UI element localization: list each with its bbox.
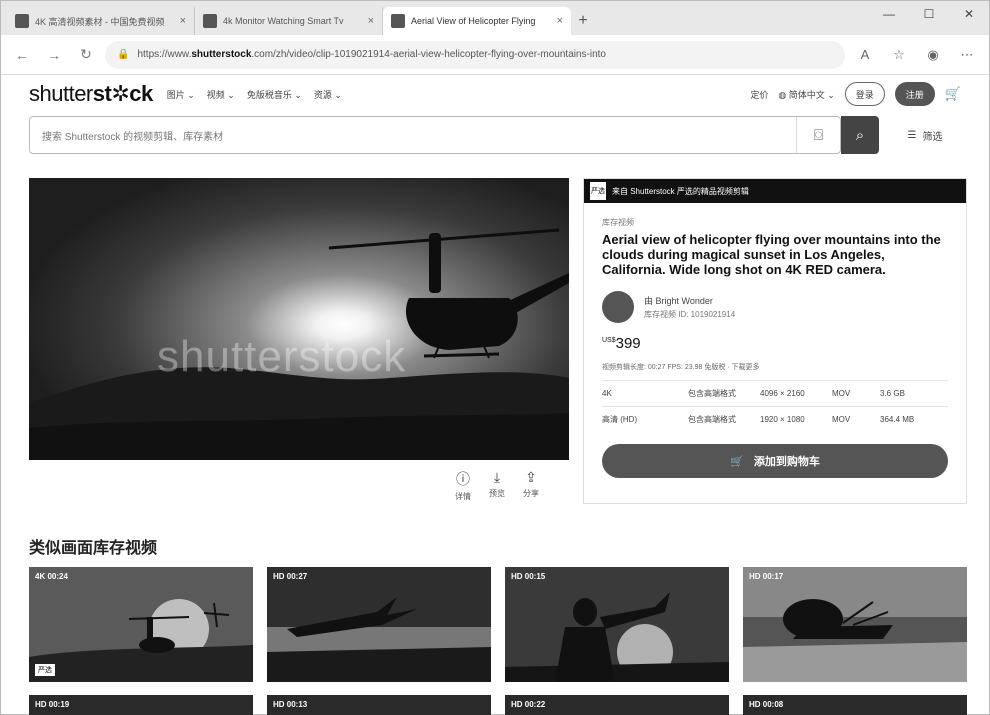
clip-category: 库存视频	[602, 218, 634, 227]
forward-icon[interactable]: →	[41, 42, 67, 68]
add-to-cart-button[interactable]: 🛒 添加到购物车	[602, 444, 948, 478]
clip-title: Aerial view of helicopter flying over mo…	[602, 232, 941, 277]
camera-search-icon[interactable]: ⌼	[796, 117, 840, 153]
close-icon[interactable]: ×	[180, 15, 186, 27]
address-bar[interactable]: 🔒 https://www.shutterstock.com/zh/video/…	[105, 40, 845, 69]
url-text: https://www.shutterstock.com/zh/video/cl…	[137, 49, 606, 60]
refresh-icon[interactable]: ↻	[73, 42, 99, 68]
tab-title: Aerial View of Helicopter Flying	[411, 16, 536, 26]
close-icon[interactable]: ×	[368, 15, 374, 27]
lock-icon: 🔒	[117, 49, 130, 60]
tab-favicon-icon	[391, 14, 405, 28]
profile-icon[interactable]: ◉	[919, 42, 947, 68]
main-menu: 图片 ⌄ 视频 ⌄ 免版税音乐 ⌄ 资源 ⌄	[167, 88, 342, 101]
similar-clip-thumbnail[interactable]: HD 00:15	[505, 567, 729, 682]
similar-clip-thumbnail[interactable]: HD 00:27	[267, 567, 491, 682]
similar-grid: 4K 00:24 严选 HD 00:27 HD 00:15 HD 00:17	[29, 567, 967, 682]
watermark: shutterstock	[157, 332, 407, 381]
similar-clip-thumbnail[interactable]: HD 00:19	[29, 695, 253, 715]
clip-duration: HD 00:15	[511, 572, 546, 581]
details-action[interactable]: ⓘ 详情	[455, 469, 471, 502]
tab-favicon-icon	[15, 14, 29, 28]
clip-duration: HD 00:19	[35, 700, 70, 709]
premium-badge: 严选	[590, 182, 606, 200]
browser-window: 4K 高清视频素材 - 中国免费视频 × 4k Monitor Watching…	[0, 0, 990, 715]
translate-icon[interactable]: A	[851, 42, 879, 68]
minimize-icon[interactable]: —	[869, 1, 909, 27]
menu-item-music[interactable]: 免版税音乐 ⌄	[247, 88, 302, 101]
clip-duration: HD 00:22	[511, 700, 546, 709]
info-icon: ⓘ	[456, 471, 470, 487]
premium-banner: 严选 来自 Shutterstock 严选的精品视频剪辑	[584, 179, 966, 203]
tab-title: 4k Monitor Watching Smart Tv	[223, 16, 344, 26]
filter-icon: ☰	[907, 129, 917, 141]
download-icon: ⤓	[493, 469, 501, 485]
clip-duration: HD 00:27	[273, 572, 308, 581]
window-controls: — ☐ ✕	[869, 1, 989, 27]
author-name[interactable]: 由 Bright Wonder	[644, 294, 735, 307]
clip-duration: 4K 00:24	[35, 572, 68, 581]
clip-id: 库存视频 ID: 1019021914	[644, 310, 736, 319]
cart-icon[interactable]: 🛒	[945, 86, 961, 102]
search-button[interactable]: ⌕	[841, 116, 879, 154]
preview-action[interactable]: ⤓ 预览	[489, 469, 505, 502]
search-icon: ⌕	[855, 126, 865, 144]
similar-section-title: 类似画面库存视频	[29, 540, 158, 557]
clip-duration: HD 00:13	[273, 700, 308, 709]
format-row[interactable]: 高清 (HD) 包含高端格式 1920 × 1080 MOV 364.4 MB	[602, 406, 948, 432]
close-icon[interactable]: ×	[557, 15, 563, 27]
signup-button[interactable]: 注册	[894, 82, 935, 106]
format-table: 4K 包含高端格式 4096 × 2160 MOV 3.6 GB 高清 (HD)…	[602, 380, 948, 432]
format-row[interactable]: 4K 包含高端格式 4096 × 2160 MOV 3.6 GB	[602, 380, 948, 406]
clip-meta: 视频剪辑长度: 00:27 FPS: 23.98 免版税 · 下载更多	[602, 364, 760, 371]
navigation-bar: ← → ↻ 🔒 https://www.shutterstock.com/zh/…	[1, 35, 989, 75]
favorite-icon[interactable]: ☆	[885, 42, 913, 68]
avatar[interactable]	[602, 291, 634, 323]
cart-icon: 🛒	[730, 455, 744, 468]
maximize-icon[interactable]: ☐	[909, 1, 949, 27]
clip-duration: HD 00:08	[749, 700, 784, 709]
shutterstock-logo[interactable]: shutterst✲ck	[29, 81, 153, 107]
similar-clip-thumbnail[interactable]: HD 00:22	[505, 695, 729, 715]
clip-duration: HD 00:17	[749, 572, 784, 581]
menu-item-images[interactable]: 图片 ⌄	[167, 88, 195, 101]
language-selector[interactable]: ◍ 简体中文 ⌄	[778, 88, 834, 101]
author-block: 由 Bright Wonder 库存视频 ID: 1019021914	[602, 291, 948, 323]
similar-clip-thumbnail[interactable]: HD 00:17	[743, 567, 967, 682]
close-window-icon[interactable]: ✕	[949, 1, 989, 27]
tab-favicon-icon	[203, 14, 217, 28]
tab-title: 4K 高清视频素材 - 中国免费视频	[35, 16, 165, 27]
login-button[interactable]: 登录	[844, 82, 885, 106]
back-icon[interactable]: ←	[9, 42, 35, 68]
header-actions: 定价 ◍ 简体中文 ⌄ 登录 注册 🛒	[750, 82, 961, 106]
share-icon: ⇪	[525, 469, 537, 485]
similar-clip-thumbnail[interactable]: 4K 00:24 严选	[29, 567, 253, 682]
price: US$399	[602, 335, 641, 352]
video-frame	[29, 178, 569, 460]
new-tab-button[interactable]: +	[571, 7, 595, 35]
tab-2[interactable]: 4k Monitor Watching Smart Tv ×	[195, 7, 383, 35]
share-action[interactable]: ⇪ 分享	[523, 469, 539, 502]
tab-1[interactable]: 4K 高清视频素材 - 中国免费视频 ×	[7, 7, 195, 35]
video-player[interactable]: shutterstock	[29, 178, 569, 460]
site-header: shutterst✲ck 图片 ⌄ 视频 ⌄ 免版税音乐 ⌄ 资源 ⌄ 定价 ◍…	[1, 76, 989, 112]
similar-grid-row-2: HD 00:19 HD 00:13 HD 00:22 HD 00:08	[29, 695, 967, 715]
globe-icon: ◍	[778, 89, 787, 100]
more-icon[interactable]: ⋯	[953, 42, 981, 68]
clip-info-panel: 严选 来自 Shutterstock 严选的精品视频剪辑 库存视频 Aerial…	[583, 178, 967, 504]
search-placeholder: 搜索 Shutterstock 的视频剪辑、库存素材	[42, 131, 224, 143]
menu-item-resources[interactable]: 资源 ⌄	[314, 88, 342, 101]
similar-clip-thumbnail[interactable]: HD 00:08	[743, 695, 967, 715]
tab-strip: 4K 高清视频素材 - 中国免费视频 × 4k Monitor Watching…	[1, 1, 989, 35]
filter-button[interactable]: ☰ 筛选	[889, 116, 961, 154]
search-input[interactable]: 搜索 Shutterstock 的视频剪辑、库存素材 ⌼	[29, 116, 841, 154]
pricing-link[interactable]: 定价	[750, 88, 768, 101]
player-actions: ⓘ 详情 ⤓ 预览 ⇪ 分享	[455, 469, 539, 502]
tab-3-active[interactable]: Aerial View of Helicopter Flying ×	[383, 7, 571, 35]
menu-item-video[interactable]: 视频 ⌄	[207, 88, 235, 101]
premium-tag: 严选	[35, 664, 55, 676]
search-row: 搜索 Shutterstock 的视频剪辑、库存素材 ⌼ ⌕ ☰ 筛选	[29, 116, 961, 154]
similar-clip-thumbnail[interactable]: HD 00:13	[267, 695, 491, 715]
